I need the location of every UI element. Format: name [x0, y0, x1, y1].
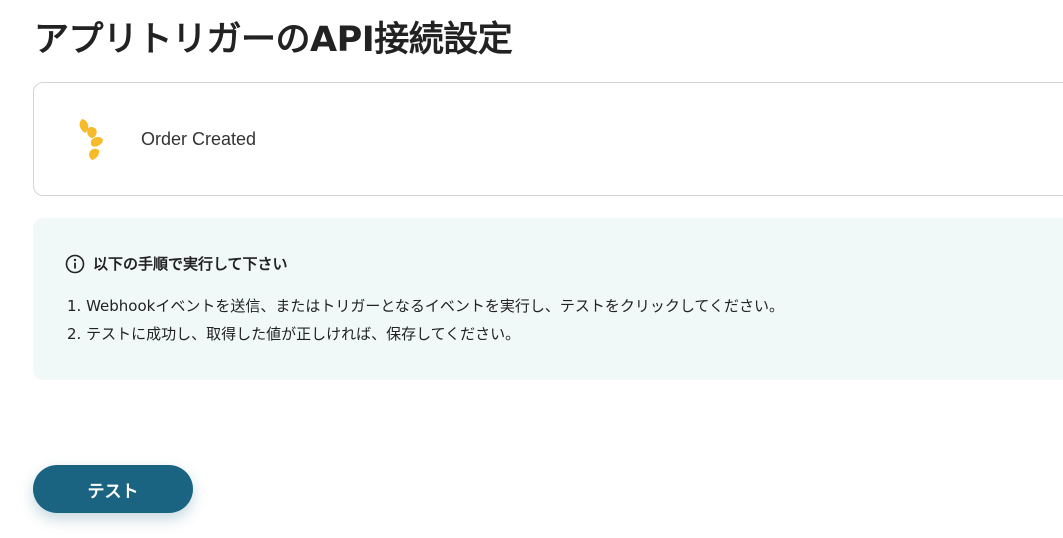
test-button[interactable]: テスト	[33, 465, 193, 513]
instruction-step: 2. テストに成功し、取得した値が正しければ、保存してください。	[67, 325, 521, 343]
trigger-label: Order Created	[141, 129, 257, 149]
instructions-heading-text: 以下の手順で実行して下さい	[93, 255, 288, 273]
instructions-steps: 1. Webhookイベントを送信、またはトリガーとなるイベントを実行し、テスト…	[67, 292, 784, 348]
instructions-heading: 以下の手順で実行して下さい	[65, 254, 288, 274]
page-title: アプリトリガーのAPI接続設定	[34, 20, 513, 60]
info-icon	[65, 254, 85, 274]
trigger-card: Order Created	[33, 82, 1063, 196]
app-logo-icon	[76, 117, 112, 165]
instructions-box: 以下の手順で実行して下さい 1. Webhookイベントを送信、またはトリガーと…	[33, 218, 1063, 380]
instruction-step: 1. Webhookイベントを送信、またはトリガーとなるイベントを実行し、テスト…	[67, 297, 784, 315]
api-connection-settings-page: アプリトリガーのAPI接続設定 Order Created 以下の手順で実行して…	[0, 0, 1063, 538]
